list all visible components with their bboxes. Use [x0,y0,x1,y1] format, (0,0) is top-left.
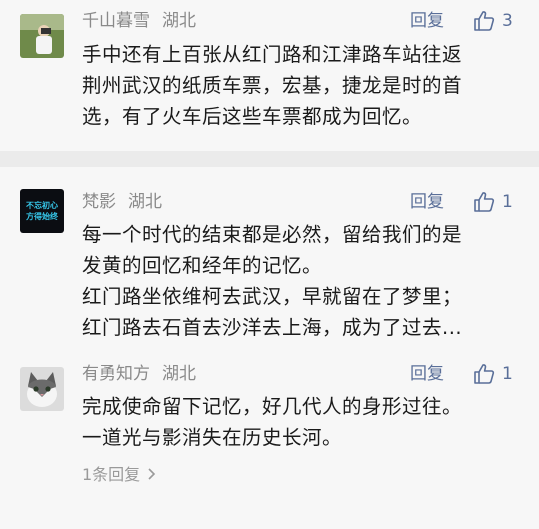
author-location: 湖北 [162,11,196,31]
avatar-caption: 不忘初心 [26,201,58,210]
like-count: 1 [502,192,513,212]
author-location: 湖北 [128,192,162,212]
thumbs-up-icon[interactable] [472,190,496,214]
comment-line: 完成使命留下记忆，好几代人的身形过往。 [82,395,463,418]
comment-line: 红门路去石首去沙洋去上海，成为了过去... [82,316,463,339]
reply-button[interactable]: 回复 [410,9,444,33]
chevron-right-icon [148,468,156,480]
view-replies-link[interactable]: 1条回复 [82,463,157,487]
comment-text: 手中还有上百张从红门路和江津路车站往返 荆州武汉的纸质车票，宏基，捷龙是时的首 … [82,39,522,132]
view-replies-label: 1条回复 [82,465,141,484]
comment-card: 千山暮雪 湖北 回复 3 手中还有上百张从红门路和江津路车站往返 荆州武汉的纸质车… [0,0,539,151]
comment-line: 手中还有上百张从红门路和江津路车站往返 [82,43,463,66]
comment-line: 每一个时代的结束都是必然，留给我们的是 [82,223,463,246]
avatar[interactable]: 不忘初心 方得始终 [20,189,64,233]
avatar[interactable] [20,14,64,58]
comment-line: 红门路坐依维柯去武汉，早就留在了梦里； [82,285,463,308]
author-name[interactable]: 有勇知方 [82,364,150,384]
thumbs-up-icon[interactable] [472,362,496,386]
comment-line: 选，有了火车后这些车票都成为回忆。 [82,105,423,128]
like-count: 3 [502,11,513,31]
comment-meta: 梵影 湖北 [82,190,162,214]
author-location: 湖北 [162,364,196,384]
author-name[interactable]: 千山暮雪 [82,11,150,31]
comment-card: 不忘初心 方得始终 梵影 湖北 回复 1 每一个时代的结束都是必然，留给我们的是 … [0,167,539,529]
avatar-caption: 方得始终 [26,212,58,221]
author-name[interactable]: 梵影 [82,192,116,212]
reply-button[interactable]: 回复 [410,362,444,386]
avatar[interactable] [20,367,64,411]
like-count: 1 [502,364,513,384]
comment-line: 一道光与影消失在历史长河。 [82,426,343,449]
comment-line: 发黄的回忆和经年的记忆。 [82,254,323,277]
thumbs-up-icon[interactable] [472,9,496,33]
comment-meta: 千山暮雪 湖北 [82,9,196,33]
reply-button[interactable]: 回复 [410,190,444,214]
comment-text: 每一个时代的结束都是必然，留给我们的是 发黄的回忆和经年的记忆。 红门路坐依维柯… [82,219,522,343]
comment-line: 荆州武汉的纸质车票，宏基，捷龙是时的首 [82,74,463,97]
comment-meta: 有勇知方 湖北 [82,362,196,386]
comment-text: 完成使命留下记忆，好几代人的身形过往。 一道光与影消失在历史长河。 [82,391,522,453]
